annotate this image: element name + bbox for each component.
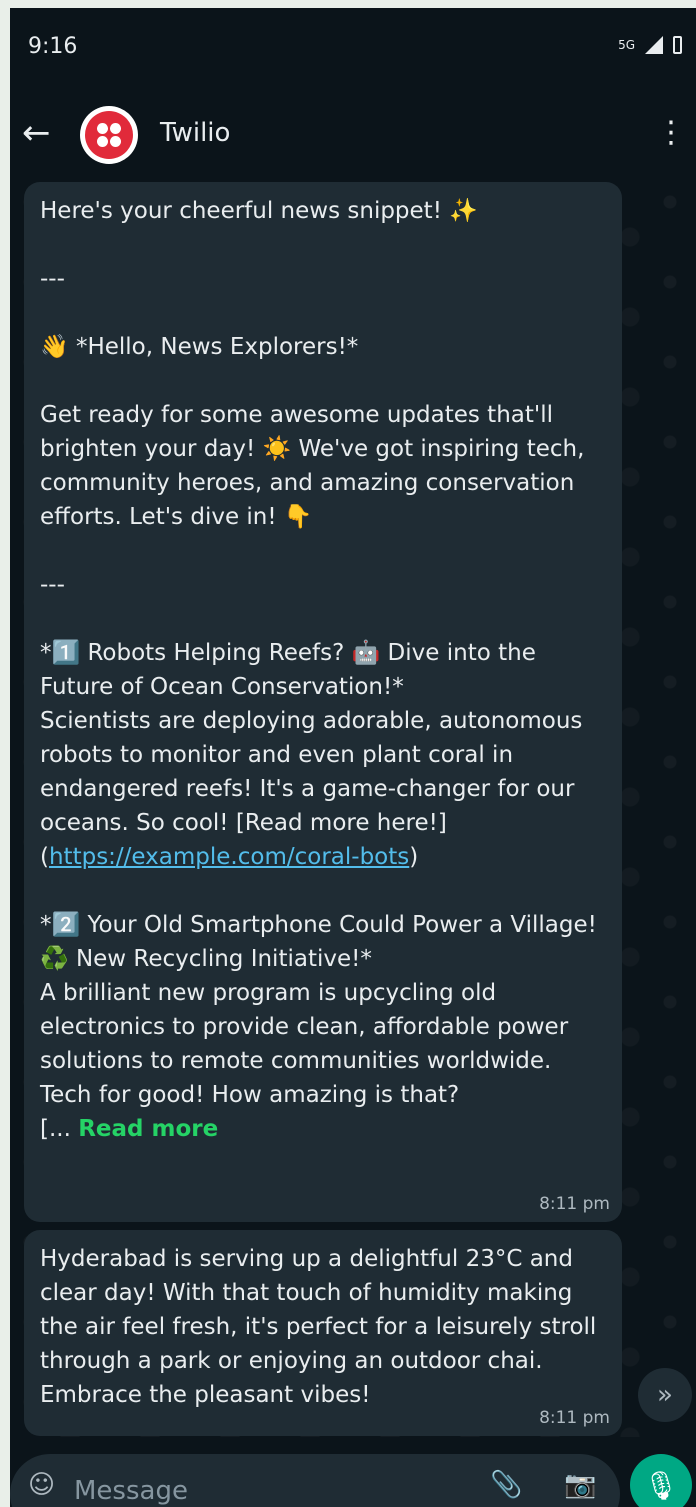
status-time: 9:16: [28, 34, 78, 59]
mic-icon: 🎙: [643, 1468, 679, 1502]
network-label: 5G: [618, 38, 635, 52]
message-placeholder: Message: [74, 1476, 188, 1506]
status-bar: 9:16 5G: [10, 8, 696, 88]
message-text: Hyderabad is serving up a delightful 23°…: [40, 1246, 604, 1408]
message-bubble[interactable]: Hyderabad is serving up a delightful 23°…: [24, 1230, 622, 1436]
chat-screen: 9:16 5G ← Twilio ⋮ Here's your cheerful …: [10, 8, 696, 1507]
message-text-part: Here's your cheerful news snippet! ✨ ---…: [40, 198, 585, 870]
read-more-link[interactable]: Read more: [78, 1116, 218, 1142]
more-vert-icon[interactable]: ⋮: [656, 118, 686, 148]
battery-icon: [673, 36, 682, 54]
message-composer: ☺ Message 📎 📷 🎙: [10, 1454, 696, 1507]
message-text: Here's your cheerful news snippet! ✨ ---…: [40, 194, 606, 1146]
mic-button[interactable]: 🎙: [630, 1454, 692, 1507]
chat-header: ← Twilio ⋮: [10, 88, 696, 182]
contact-name[interactable]: Twilio: [160, 118, 230, 148]
message-time: 8:11 pm: [539, 1194, 610, 1214]
message-link[interactable]: https://example.com/coral-bots: [49, 844, 409, 870]
message-time: 8:11 pm: [539, 1408, 610, 1428]
chevron-double-down-icon: »: [657, 1380, 673, 1410]
emoji-icon[interactable]: ☺: [28, 1470, 55, 1500]
arrow-left-icon[interactable]: ←: [22, 116, 51, 150]
message-text-part: ) *2️⃣ Your Old Smartphone Could Power a…: [40, 844, 597, 1142]
message-list[interactable]: Here's your cheerful news snippet! ✨ ---…: [10, 182, 696, 1437]
signal-icon: [645, 36, 663, 54]
avatar[interactable]: [80, 106, 138, 164]
twilio-logo-icon: [85, 111, 133, 159]
paperclip-icon[interactable]: 📎: [490, 1470, 522, 1500]
message-input[interactable]: ☺ Message 📎 📷: [10, 1454, 620, 1507]
scroll-down-button[interactable]: »: [638, 1368, 692, 1422]
status-icons: 5G: [618, 36, 682, 54]
message-bubble[interactable]: Here's your cheerful news snippet! ✨ ---…: [24, 182, 622, 1222]
camera-icon[interactable]: 📷: [564, 1470, 596, 1500]
